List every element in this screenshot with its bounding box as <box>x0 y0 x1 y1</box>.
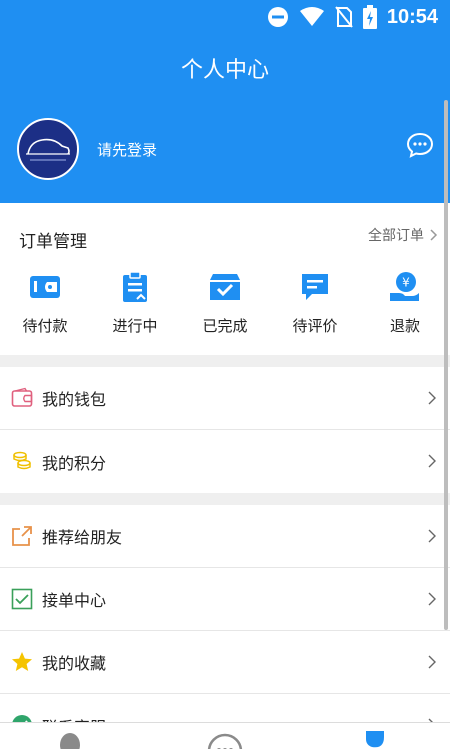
battery-charging-icon <box>362 5 377 29</box>
chevron-right-icon <box>428 529 436 543</box>
no-sim-icon <box>335 6 353 28</box>
nav-home-icon[interactable] <box>58 731 82 749</box>
screen: 10:54 个人中心 请先登录 订单管理 全部订单 待付款 进行中 已完成 待评… <box>0 0 450 749</box>
order-item-label: 进行中 <box>112 317 158 335</box>
list-item-wallet[interactable]: 我的钱包 <box>0 367 450 430</box>
svg-text:¥: ¥ <box>402 276 410 290</box>
order-item-label: 已完成 <box>202 317 248 335</box>
services-group: 推荐给朋友 接单中心 我的收藏 联系客服 <box>0 505 450 749</box>
profile-area[interactable]: 请先登录 <box>17 118 157 180</box>
car-logo-icon <box>26 138 70 161</box>
chevron-right-icon <box>430 229 438 241</box>
share-icon <box>12 526 32 546</box>
box-check-icon <box>207 269 243 305</box>
star-icon <box>12 652 32 671</box>
list-item-label: 推荐给朋友 <box>42 528 123 547</box>
comment-icon <box>297 269 333 305</box>
chevron-right-icon <box>428 655 436 669</box>
dnd-icon <box>267 7 288 27</box>
list-item-order-center[interactable]: 接单中心 <box>0 568 450 631</box>
refund-icon: ¥ <box>387 269 423 305</box>
nav-profile-icon[interactable] <box>364 729 386 749</box>
login-link[interactable]: 请先登录 <box>97 139 157 160</box>
order-completed[interactable]: 已完成 <box>180 269 270 336</box>
clipboard-icon <box>117 269 153 305</box>
order-management-card: 订单管理 全部订单 待付款 进行中 已完成 待评价 ¥ 退款 <box>0 203 450 355</box>
list-item-label: 接单中心 <box>42 591 107 610</box>
wallet-outline-icon <box>11 387 33 407</box>
chevron-right-icon <box>428 454 436 468</box>
checkbox-icon <box>11 588 33 610</box>
all-orders-label: 全部订单 <box>368 228 424 244</box>
status-bar: 10:54 <box>0 0 450 36</box>
chat-bubble-icon <box>406 132 434 158</box>
wifi-icon <box>299 7 324 26</box>
bottom-nav <box>0 722 450 749</box>
scrollbar[interactable] <box>444 100 448 630</box>
message-button[interactable] <box>406 132 434 162</box>
wallet-icon <box>27 269 63 305</box>
nav-message-icon[interactable] <box>207 733 243 749</box>
header: 10:54 个人中心 请先登录 <box>0 0 450 203</box>
coins-icon <box>13 451 31 470</box>
chevron-right-icon <box>428 592 436 606</box>
chevron-right-icon <box>428 391 436 405</box>
page-title: 个人中心 <box>180 58 269 83</box>
order-refund[interactable]: ¥ 退款 <box>360 269 450 336</box>
order-status-row: 待付款 进行中 已完成 待评价 ¥ 退款 <box>0 269 450 336</box>
list-item-favorites[interactable]: 我的收藏 <box>0 631 450 694</box>
order-item-label: 待付款 <box>22 317 68 335</box>
list-item-label: 我的钱包 <box>42 390 107 409</box>
avatar[interactable] <box>17 118 79 180</box>
order-pending-review[interactable]: 待评价 <box>270 269 360 336</box>
order-pending-payment[interactable]: 待付款 <box>0 269 90 336</box>
list-item-points[interactable]: 我的积分 <box>0 430 450 493</box>
list-item-label: 我的收藏 <box>42 654 107 673</box>
order-in-progress[interactable]: 进行中 <box>90 269 180 336</box>
list-item-recommend[interactable]: 推荐给朋友 <box>0 505 450 568</box>
status-time: 10:54 <box>386 5 438 28</box>
order-management-title: 订单管理 <box>19 232 87 252</box>
order-item-label: 退款 <box>389 317 420 335</box>
order-item-label: 待评价 <box>292 317 338 335</box>
wallet-group: 我的钱包 我的积分 <box>0 367 450 493</box>
list-item-label: 我的积分 <box>42 453 107 473</box>
all-orders-link[interactable]: 全部订单 <box>368 225 438 245</box>
